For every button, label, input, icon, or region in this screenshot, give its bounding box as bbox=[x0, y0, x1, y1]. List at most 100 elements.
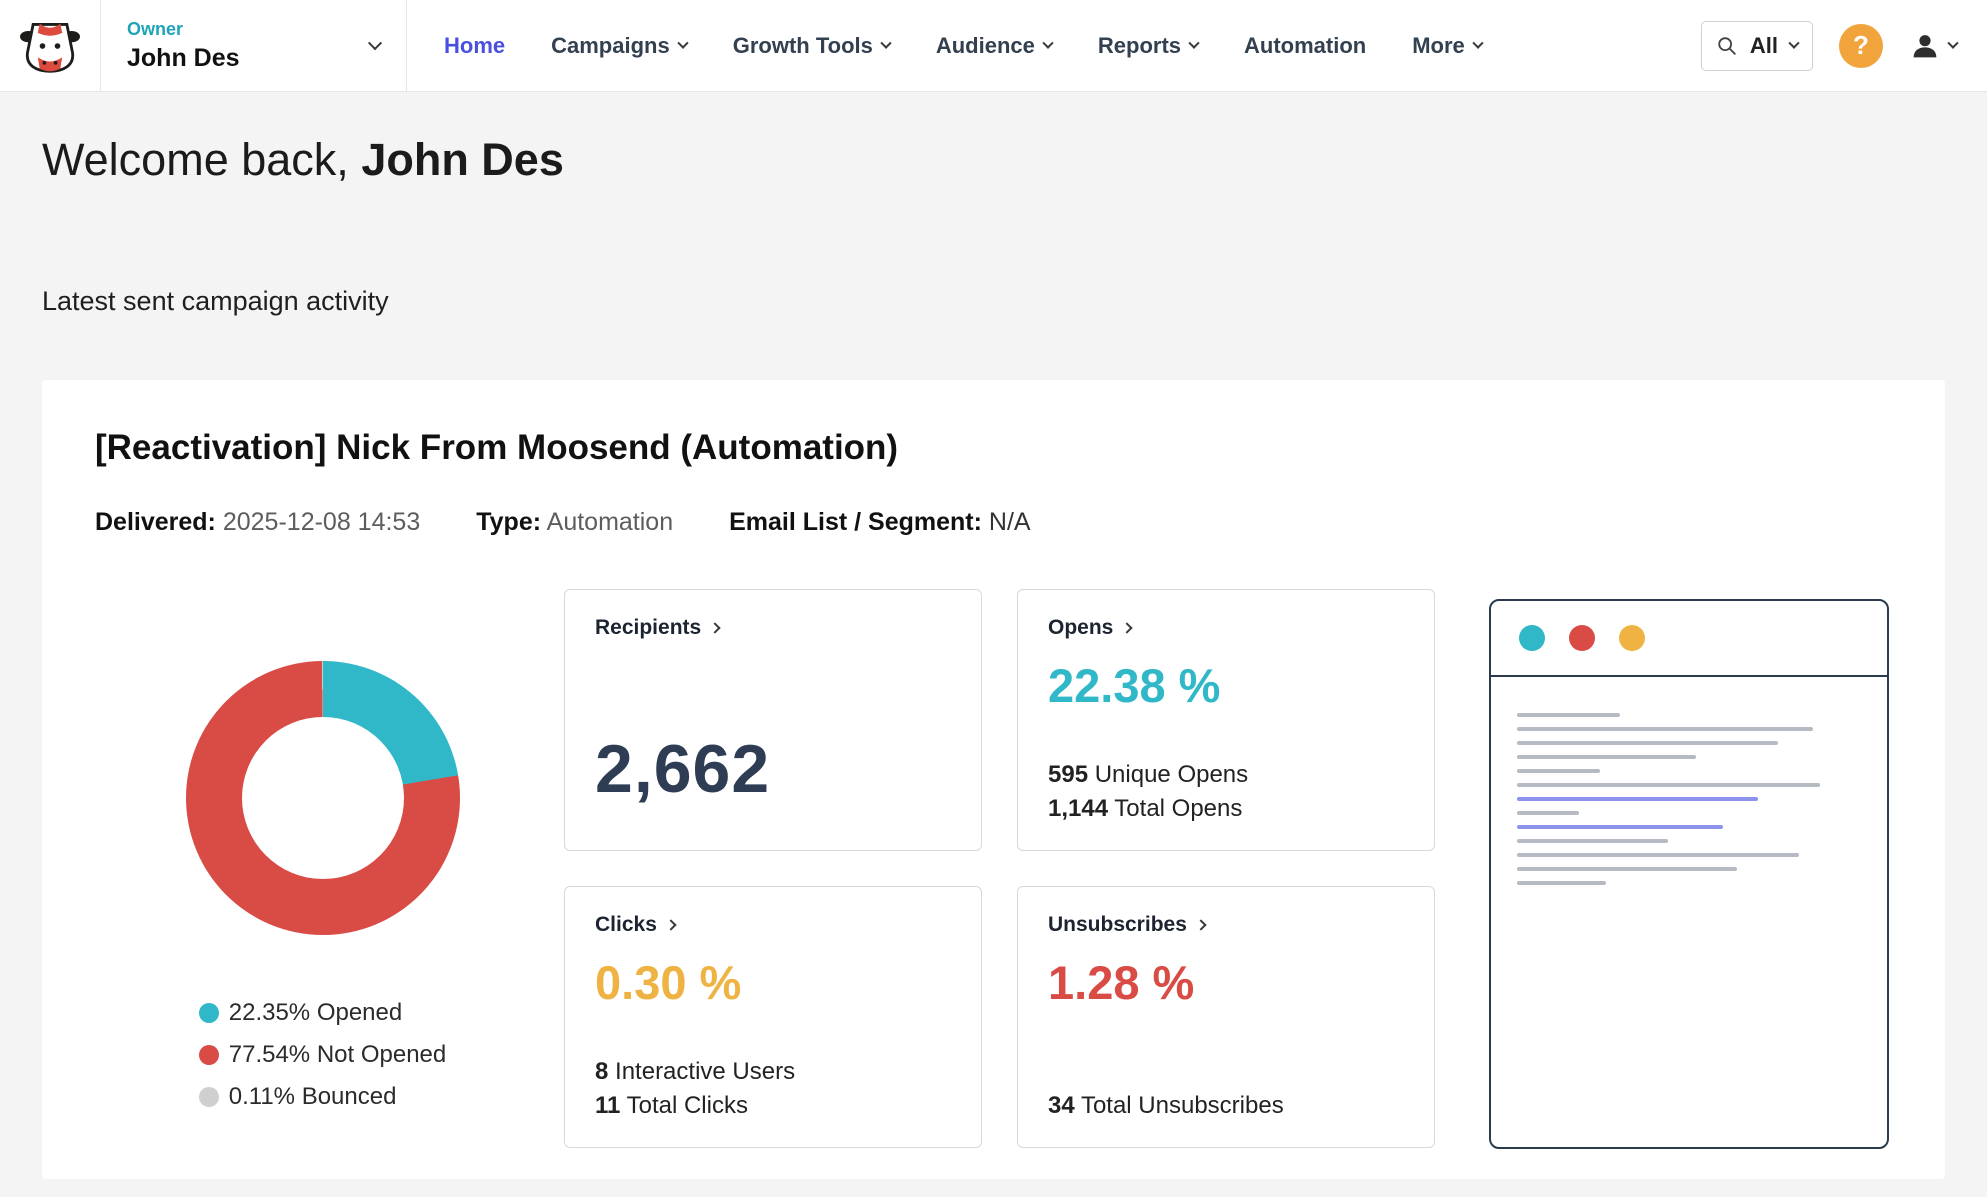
account-switcher[interactable]: Owner John Des bbox=[101, 0, 407, 91]
total-unsubscribes: 34 Total Unsubscribes bbox=[1048, 1091, 1404, 1121]
legend-label: 22.35% Opened bbox=[229, 999, 402, 1027]
chevron-down-icon bbox=[368, 36, 382, 50]
campaign-title: [Reactivation] Nick From Moosend (Automa… bbox=[95, 428, 1945, 468]
nav-item-more[interactable]: More bbox=[1389, 0, 1505, 91]
meta-value: 2025-12-08 14:53 bbox=[223, 508, 420, 536]
preview-text-line bbox=[1517, 755, 1696, 759]
preview-text-line bbox=[1517, 783, 1820, 787]
nav-label: Reports bbox=[1098, 33, 1181, 59]
owner-label: Owner bbox=[127, 19, 240, 40]
recipients-card: Recipients 2,662 bbox=[564, 589, 982, 851]
preview-browser-bar bbox=[1491, 601, 1887, 677]
chevron-down-icon bbox=[1947, 37, 1958, 48]
clicks-percent: 0.30 % bbox=[595, 955, 951, 1010]
account-menu[interactable] bbox=[1909, 30, 1957, 62]
nav-item-growth-tools[interactable]: Growth Tools bbox=[710, 0, 913, 91]
nav-item-home[interactable]: Home bbox=[421, 0, 528, 91]
browser-dot-red-icon bbox=[1569, 625, 1595, 651]
meta-type: Type: Automation bbox=[476, 508, 673, 537]
preview-text-line bbox=[1517, 769, 1600, 773]
chevron-right-icon bbox=[1195, 919, 1206, 930]
page-title: Welcome back, John Des bbox=[42, 134, 1945, 186]
browser-dot-teal-icon bbox=[1519, 625, 1545, 651]
latest-campaign-card: [Reactivation] Nick From Moosend (Automa… bbox=[42, 380, 1945, 1179]
interactive-users: 8 Interactive Users bbox=[595, 1057, 951, 1087]
nav-item-automation[interactable]: Automation bbox=[1221, 0, 1389, 91]
search-icon bbox=[1716, 35, 1738, 57]
meta-email-list: Email List / Segment: N/A bbox=[729, 508, 1030, 537]
chevron-down-icon bbox=[1788, 37, 1799, 48]
campaign-meta: Delivered: 2025-12-08 14:53 Type: Automa… bbox=[95, 508, 1945, 537]
nav-item-audience[interactable]: Audience bbox=[913, 0, 1075, 91]
chevron-right-icon bbox=[710, 622, 721, 633]
browser-dot-amber-icon bbox=[1619, 625, 1645, 651]
nav-label: Home bbox=[444, 33, 505, 59]
preview-text-line bbox=[1517, 713, 1620, 717]
preview-email-content bbox=[1491, 677, 1887, 1147]
user-icon bbox=[1909, 30, 1941, 62]
moosend-logo[interactable] bbox=[0, 0, 101, 91]
preview-link-line bbox=[1517, 797, 1758, 801]
meta-label: Delivered: bbox=[95, 508, 216, 536]
preview-text-line bbox=[1517, 727, 1813, 731]
top-navbar: Owner John Des Home Campaigns Growth Too… bbox=[0, 0, 1987, 92]
chart-legend: 22.35% Opened 77.54% Not Opened 0.11% Bo… bbox=[199, 999, 447, 1111]
legend-item-not-opened: 77.54% Not Opened bbox=[199, 1041, 447, 1069]
preview-text-line bbox=[1517, 881, 1606, 885]
chevron-down-icon bbox=[1188, 37, 1199, 48]
legend-item-bounced: 0.11% Bounced bbox=[199, 1083, 447, 1111]
preview-text-line bbox=[1517, 811, 1579, 815]
nav-item-campaigns[interactable]: Campaigns bbox=[528, 0, 710, 91]
total-opens: 1,144 Total Opens bbox=[1048, 794, 1404, 824]
engagement-chart-column: 22.35% Opened 77.54% Not Opened 0.11% Bo… bbox=[95, 589, 550, 1149]
clicks-details: 8 Interactive Users 11 Total Clicks bbox=[595, 1057, 951, 1121]
legend-item-opened: 22.35% Opened bbox=[199, 999, 447, 1027]
nav-label: Audience bbox=[936, 33, 1035, 59]
opens-link[interactable]: Opens bbox=[1048, 616, 1404, 640]
recipients-link[interactable]: Recipients bbox=[595, 616, 951, 640]
clicks-card: Clicks 0.30 % 8 Interactive Users 11 Tot… bbox=[564, 886, 982, 1148]
legend-dot-bounced bbox=[199, 1087, 219, 1107]
opens-card: Opens 22.38 % 595 Unique Opens 1,144 Tot… bbox=[1017, 589, 1435, 851]
owner-name: John Des bbox=[127, 44, 240, 73]
preview-text-line bbox=[1517, 867, 1737, 871]
search-scope-selector[interactable]: All bbox=[1750, 33, 1778, 59]
unsubscribes-percent: 1.28 % bbox=[1048, 955, 1404, 1010]
cow-logo-icon bbox=[20, 16, 80, 76]
donut-chart bbox=[186, 661, 460, 935]
opens-details: 595 Unique Opens 1,144 Total Opens bbox=[1048, 760, 1404, 824]
meta-delivered: Delivered: 2025-12-08 14:53 bbox=[95, 508, 420, 537]
navbar-right: All ? bbox=[1701, 0, 1987, 91]
clicks-link[interactable]: Clicks bbox=[595, 913, 951, 937]
main-nav: Home Campaigns Growth Tools Audience Rep… bbox=[421, 0, 1505, 91]
chevron-down-icon bbox=[880, 37, 891, 48]
meta-value: Automation bbox=[547, 508, 673, 536]
campaign-stats-row: 22.35% Opened 77.54% Not Opened 0.11% Bo… bbox=[95, 589, 1945, 1149]
stat-title: Recipients bbox=[595, 616, 701, 640]
unsubscribes-link[interactable]: Unsubscribes bbox=[1048, 913, 1404, 937]
preview-text-line bbox=[1517, 839, 1668, 843]
search-control[interactable]: All bbox=[1701, 21, 1813, 71]
legend-label: 77.54% Not Opened bbox=[229, 1041, 447, 1069]
unique-opens: 595 Unique Opens bbox=[1048, 760, 1404, 790]
total-clicks: 11 Total Clicks bbox=[595, 1091, 951, 1121]
chevron-right-icon bbox=[1122, 622, 1133, 633]
preview-text-line bbox=[1517, 853, 1799, 857]
recipients-value: 2,662 bbox=[595, 730, 951, 808]
preview-link-line bbox=[1517, 825, 1723, 829]
legend-label: 0.11% Bounced bbox=[229, 1083, 397, 1111]
stats-grid: Recipients 2,662 Opens 22.38 % 595 Uniqu… bbox=[564, 589, 1435, 1149]
meta-label: Email List / Segment: bbox=[729, 508, 982, 536]
welcome-prefix: Welcome back, bbox=[42, 134, 349, 185]
help-button[interactable]: ? bbox=[1839, 24, 1883, 68]
nav-item-reports[interactable]: Reports bbox=[1075, 0, 1221, 91]
opens-percent: 22.38 % bbox=[1048, 658, 1404, 713]
nav-label: Campaigns bbox=[551, 33, 670, 59]
stat-title: Opens bbox=[1048, 616, 1113, 640]
legend-dot-opened bbox=[199, 1003, 219, 1023]
meta-label: Type: bbox=[476, 508, 541, 536]
chevron-down-icon bbox=[677, 37, 688, 48]
chevron-down-icon bbox=[1042, 37, 1053, 48]
unsubscribes-card: Unsubscribes 1.28 % 34 Total Unsubscribe… bbox=[1017, 886, 1435, 1148]
email-preview-thumbnail[interactable] bbox=[1489, 599, 1889, 1149]
